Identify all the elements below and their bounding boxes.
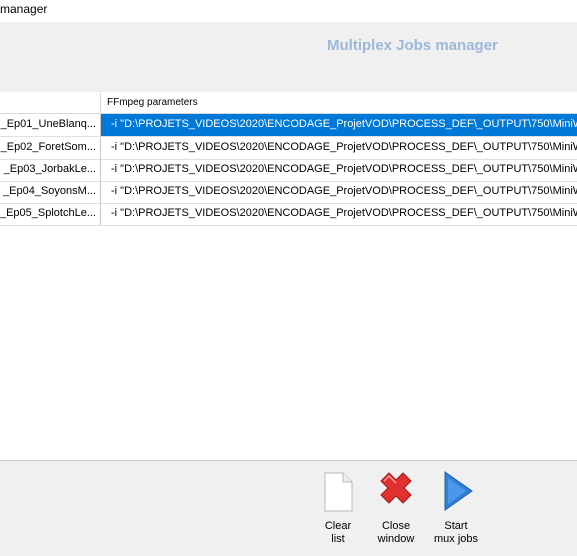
play-icon bbox=[436, 467, 476, 515]
jobs-grid[interactable]: FFmpeg parameters _Ep01_UneBlanq... -i "… bbox=[0, 92, 577, 460]
close-window-button[interactable]: Close window bbox=[368, 467, 424, 553]
grid-header: FFmpeg parameters bbox=[0, 93, 577, 114]
job-name-cell[interactable]: _Ep03_JorbakLe... bbox=[0, 159, 101, 181]
ffmpeg-params-cell[interactable]: -i "D:\PROJETS_VIDEOS\2020\ENCODAGE_Proj… bbox=[101, 181, 577, 203]
header-panel: Multiplex Jobs manager bbox=[0, 22, 577, 93]
job-name-cell[interactable]: _Ep01_UneBlanq... bbox=[0, 114, 101, 136]
title-bar: manager bbox=[0, 0, 577, 22]
ffmpeg-params-cell[interactable]: -i "D:\PROJETS_VIDEOS\2020\ENCODAGE_Proj… bbox=[101, 203, 577, 225]
window-title: manager bbox=[0, 2, 48, 16]
table-row[interactable]: _Ep05_SplotchLe... -i "D:\PROJETS_VIDEOS… bbox=[0, 203, 577, 226]
footer-toolbar: Clear list Close window Start mux jobs bbox=[0, 460, 577, 556]
ffmpeg-params-cell[interactable]: -i "D:\PROJETS_VIDEOS\2020\ENCODAGE_Proj… bbox=[101, 114, 577, 136]
table-row[interactable]: _Ep02_ForetSom... -i "D:\PROJETS_VIDEOS\… bbox=[0, 137, 577, 160]
close-window-label: Close window bbox=[377, 520, 415, 545]
app-title: Multiplex Jobs manager bbox=[327, 37, 498, 54]
table-row[interactable]: _Ep01_UneBlanq... -i "D:\PROJETS_VIDEOS\… bbox=[0, 114, 577, 137]
ffmpeg-params-cell[interactable]: -i "D:\PROJETS_VIDEOS\2020\ENCODAGE_Proj… bbox=[101, 137, 577, 159]
clear-list-label: Clear list bbox=[324, 520, 352, 545]
job-name-cell[interactable]: _Ep02_ForetSom... bbox=[0, 137, 101, 159]
ffmpeg-params-cell[interactable]: -i "D:\PROJETS_VIDEOS\2020\ENCODAGE_Proj… bbox=[101, 159, 577, 181]
job-name-cell[interactable]: _Ep05_SplotchLe... bbox=[0, 203, 101, 225]
job-name-cell[interactable]: _Ep04_SoyonsM... bbox=[0, 181, 101, 203]
start-mux-jobs-label: Start mux jobs bbox=[433, 520, 479, 545]
table-row[interactable]: _Ep03_JorbakLe... -i "D:\PROJETS_VIDEOS\… bbox=[0, 159, 577, 182]
column-header-ffmpeg-parameters[interactable]: FFmpeg parameters bbox=[107, 97, 198, 108]
column-header-name[interactable] bbox=[0, 93, 101, 113]
clear-list-button[interactable]: Clear list bbox=[310, 467, 366, 553]
table-row[interactable]: _Ep04_SoyonsM... -i "D:\PROJETS_VIDEOS\2… bbox=[0, 181, 577, 204]
document-icon bbox=[318, 467, 358, 515]
start-mux-jobs-button[interactable]: Start mux jobs bbox=[428, 467, 484, 553]
red-x-icon bbox=[376, 467, 416, 515]
